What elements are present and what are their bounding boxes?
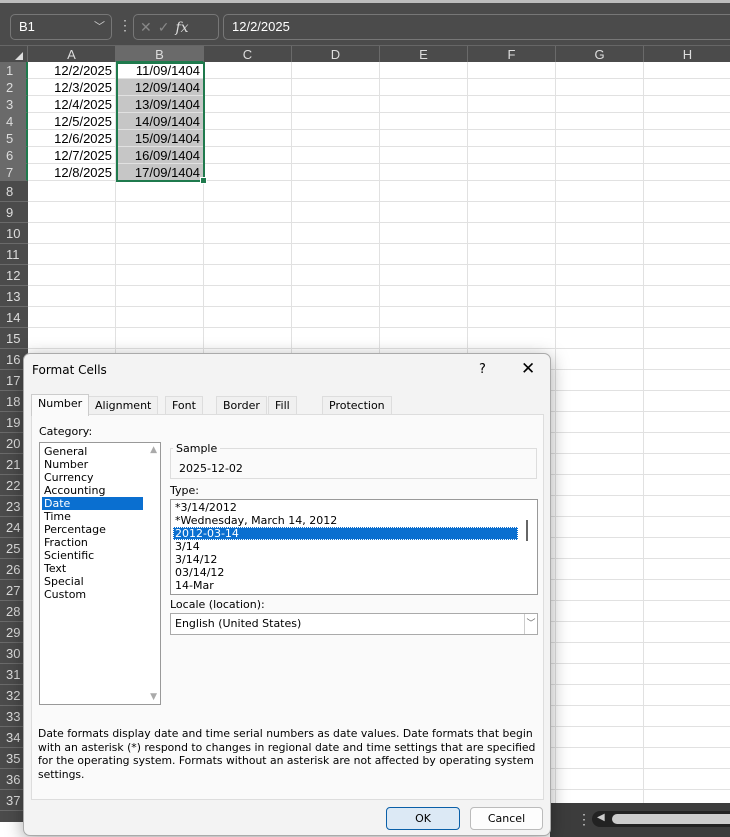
ok-button[interactable]: OK <box>386 807 460 830</box>
cell-a1[interactable]: 12/2/2025 <box>28 62 115 78</box>
tab-font[interactable]: Font <box>165 396 203 415</box>
type-item[interactable]: 3/14/12 <box>173 553 518 566</box>
category-item-custom[interactable]: Custom <box>42 588 143 601</box>
cell-a2[interactable]: 12/3/2025 <box>28 79 115 95</box>
category-list[interactable]: ▲ ▼ General Number Currency Accounting Date T… <box>39 442 161 705</box>
type-item[interactable]: 2012-03-14 <box>173 527 518 540</box>
cancel-entry-icon[interactable]: ✕ <box>140 19 158 35</box>
category-item-currency[interactable]: Currency <box>42 471 143 484</box>
column-header-e[interactable]: E <box>380 46 468 63</box>
category-item-general[interactable]: General <box>42 445 143 458</box>
type-item[interactable]: *Wednesday, March 14, 2012 <box>173 514 518 527</box>
tab-protection[interactable]: Protection <box>322 396 392 415</box>
row-header-11[interactable]: 11 <box>0 244 28 265</box>
type-list-scrollbar[interactable] <box>526 520 528 541</box>
help-button[interactable]: ? <box>479 362 486 377</box>
row-header-15[interactable]: 15 <box>0 328 28 349</box>
format-cells-dialog: Format Cells ? ✕ Number Alignment Font Bord… <box>23 353 551 836</box>
select-all-button[interactable] <box>0 46 28 63</box>
cell-a3[interactable]: 12/4/2025 <box>28 96 115 112</box>
column-header-d[interactable]: D <box>292 46 380 63</box>
locale-select[interactable]: English (United States) ﹀ <box>170 613 538 635</box>
confirm-entry-icon[interactable]: ✓ <box>158 19 176 35</box>
formula-input[interactable]: 12/2/2025 <box>223 14 730 40</box>
column-header-g[interactable]: G <box>556 46 644 63</box>
insert-function-button[interactable]: fx <box>175 20 188 36</box>
type-item[interactable]: 14-Mar <box>173 579 518 592</box>
sample-value: 2025-12-02 <box>179 462 243 475</box>
column-header-f[interactable]: F <box>468 46 556 63</box>
category-item-percentage[interactable]: Percentage <box>42 523 143 536</box>
more-icon[interactable]: ⋮ <box>577 811 591 828</box>
category-item-fraction[interactable]: Fraction <box>42 536 143 549</box>
cancel-button[interactable]: Cancel <box>470 807 543 830</box>
category-item-text[interactable]: Text <box>42 562 143 575</box>
locale-label: Locale (location): <box>170 598 265 611</box>
scroll-up-icon[interactable]: ▲ <box>150 445 157 455</box>
locale-value: English (United States) <box>175 617 302 630</box>
chevron-down-icon[interactable]: ﹀ <box>524 614 537 634</box>
format-description: Date formats display date and time seria… <box>38 727 536 781</box>
type-item[interactable]: *3/14/2012 <box>173 501 518 514</box>
gridline <box>643 62 644 822</box>
row-header-8[interactable]: 8 <box>0 181 28 202</box>
row-header-4[interactable]: 4 <box>0 113 28 130</box>
row-header-13[interactable]: 13 <box>0 286 28 307</box>
row-header-7[interactable]: 7 <box>0 164 28 181</box>
close-button[interactable]: ✕ <box>521 359 535 379</box>
column-header-h[interactable]: H <box>644 46 730 63</box>
number-tab-panel: Category: ▲ ▼ General Number Currency Accou… <box>31 414 544 800</box>
category-item-scientific[interactable]: Scientific <box>42 549 143 562</box>
row-header-12[interactable]: 12 <box>0 265 28 286</box>
category-item-date[interactable]: Date <box>42 497 143 510</box>
chevron-down-icon[interactable]: ﹀ <box>94 15 105 39</box>
category-item-accounting[interactable]: Accounting <box>42 484 143 497</box>
category-item-number[interactable]: Number <box>42 458 143 471</box>
name-box-value: B1 <box>19 19 35 34</box>
category-item-time[interactable]: Time <box>42 510 143 523</box>
category-label: Category: <box>39 425 93 438</box>
cell-a4[interactable]: 12/5/2025 <box>28 113 115 129</box>
row-header-3[interactable]: 3 <box>0 96 28 113</box>
row-header-9[interactable]: 9 <box>0 202 28 223</box>
row-header-10[interactable]: 10 <box>0 223 28 244</box>
tab-alignment[interactable]: Alignment <box>88 396 159 415</box>
formula-bar: B1 ﹀ ⋮ ✕✓fx 12/2/2025 <box>0 0 730 45</box>
row-header-1[interactable]: 1 <box>0 62 28 79</box>
sample-label: Sample <box>173 442 221 455</box>
row-header-6[interactable]: 6 <box>0 147 28 164</box>
type-item[interactable]: 3/14 <box>173 540 518 553</box>
selection-range <box>116 62 207 184</box>
type-list[interactable]: *3/14/2012 *Wednesday, March 14, 2012 2012… <box>170 499 538 595</box>
cell-a6[interactable]: 12/7/2025 <box>28 147 115 163</box>
dialog-title: Format Cells <box>32 363 107 377</box>
tab-border[interactable]: Border <box>216 396 267 415</box>
more-options-icon[interactable]: ⋮ <box>118 17 132 34</box>
formula-buttons: ✕✓fx <box>133 14 219 40</box>
scrollbar-thumb[interactable] <box>612 814 730 824</box>
status-bar: ⋮ ◀ <box>550 803 730 837</box>
column-headers: ABCDEFGH <box>0 45 730 63</box>
tab-fill[interactable]: Fill <box>268 396 297 415</box>
scroll-down-icon[interactable]: ▼ <box>150 692 157 702</box>
column-header-a[interactable]: A <box>28 46 116 63</box>
gridline <box>555 62 556 822</box>
row-header-5[interactable]: 5 <box>0 130 28 147</box>
sample-box: 2025-12-02 <box>170 448 537 479</box>
type-item[interactable]: 03/14/12 <box>173 566 518 579</box>
cell-a5[interactable]: 12/6/2025 <box>28 130 115 146</box>
column-header-b[interactable]: B <box>116 46 204 63</box>
scroll-left-icon[interactable]: ◀ <box>597 812 605 823</box>
row-header-14[interactable]: 14 <box>0 307 28 328</box>
name-box[interactable]: B1 ﹀ <box>10 14 112 40</box>
cell-a7[interactable]: 12/8/2025 <box>28 164 115 180</box>
column-header-c[interactable]: C <box>204 46 292 63</box>
row-header-2[interactable]: 2 <box>0 79 28 96</box>
type-label: Type: <box>170 484 199 497</box>
tab-number[interactable]: Number <box>31 394 90 416</box>
category-item-special[interactable]: Special <box>42 575 143 588</box>
